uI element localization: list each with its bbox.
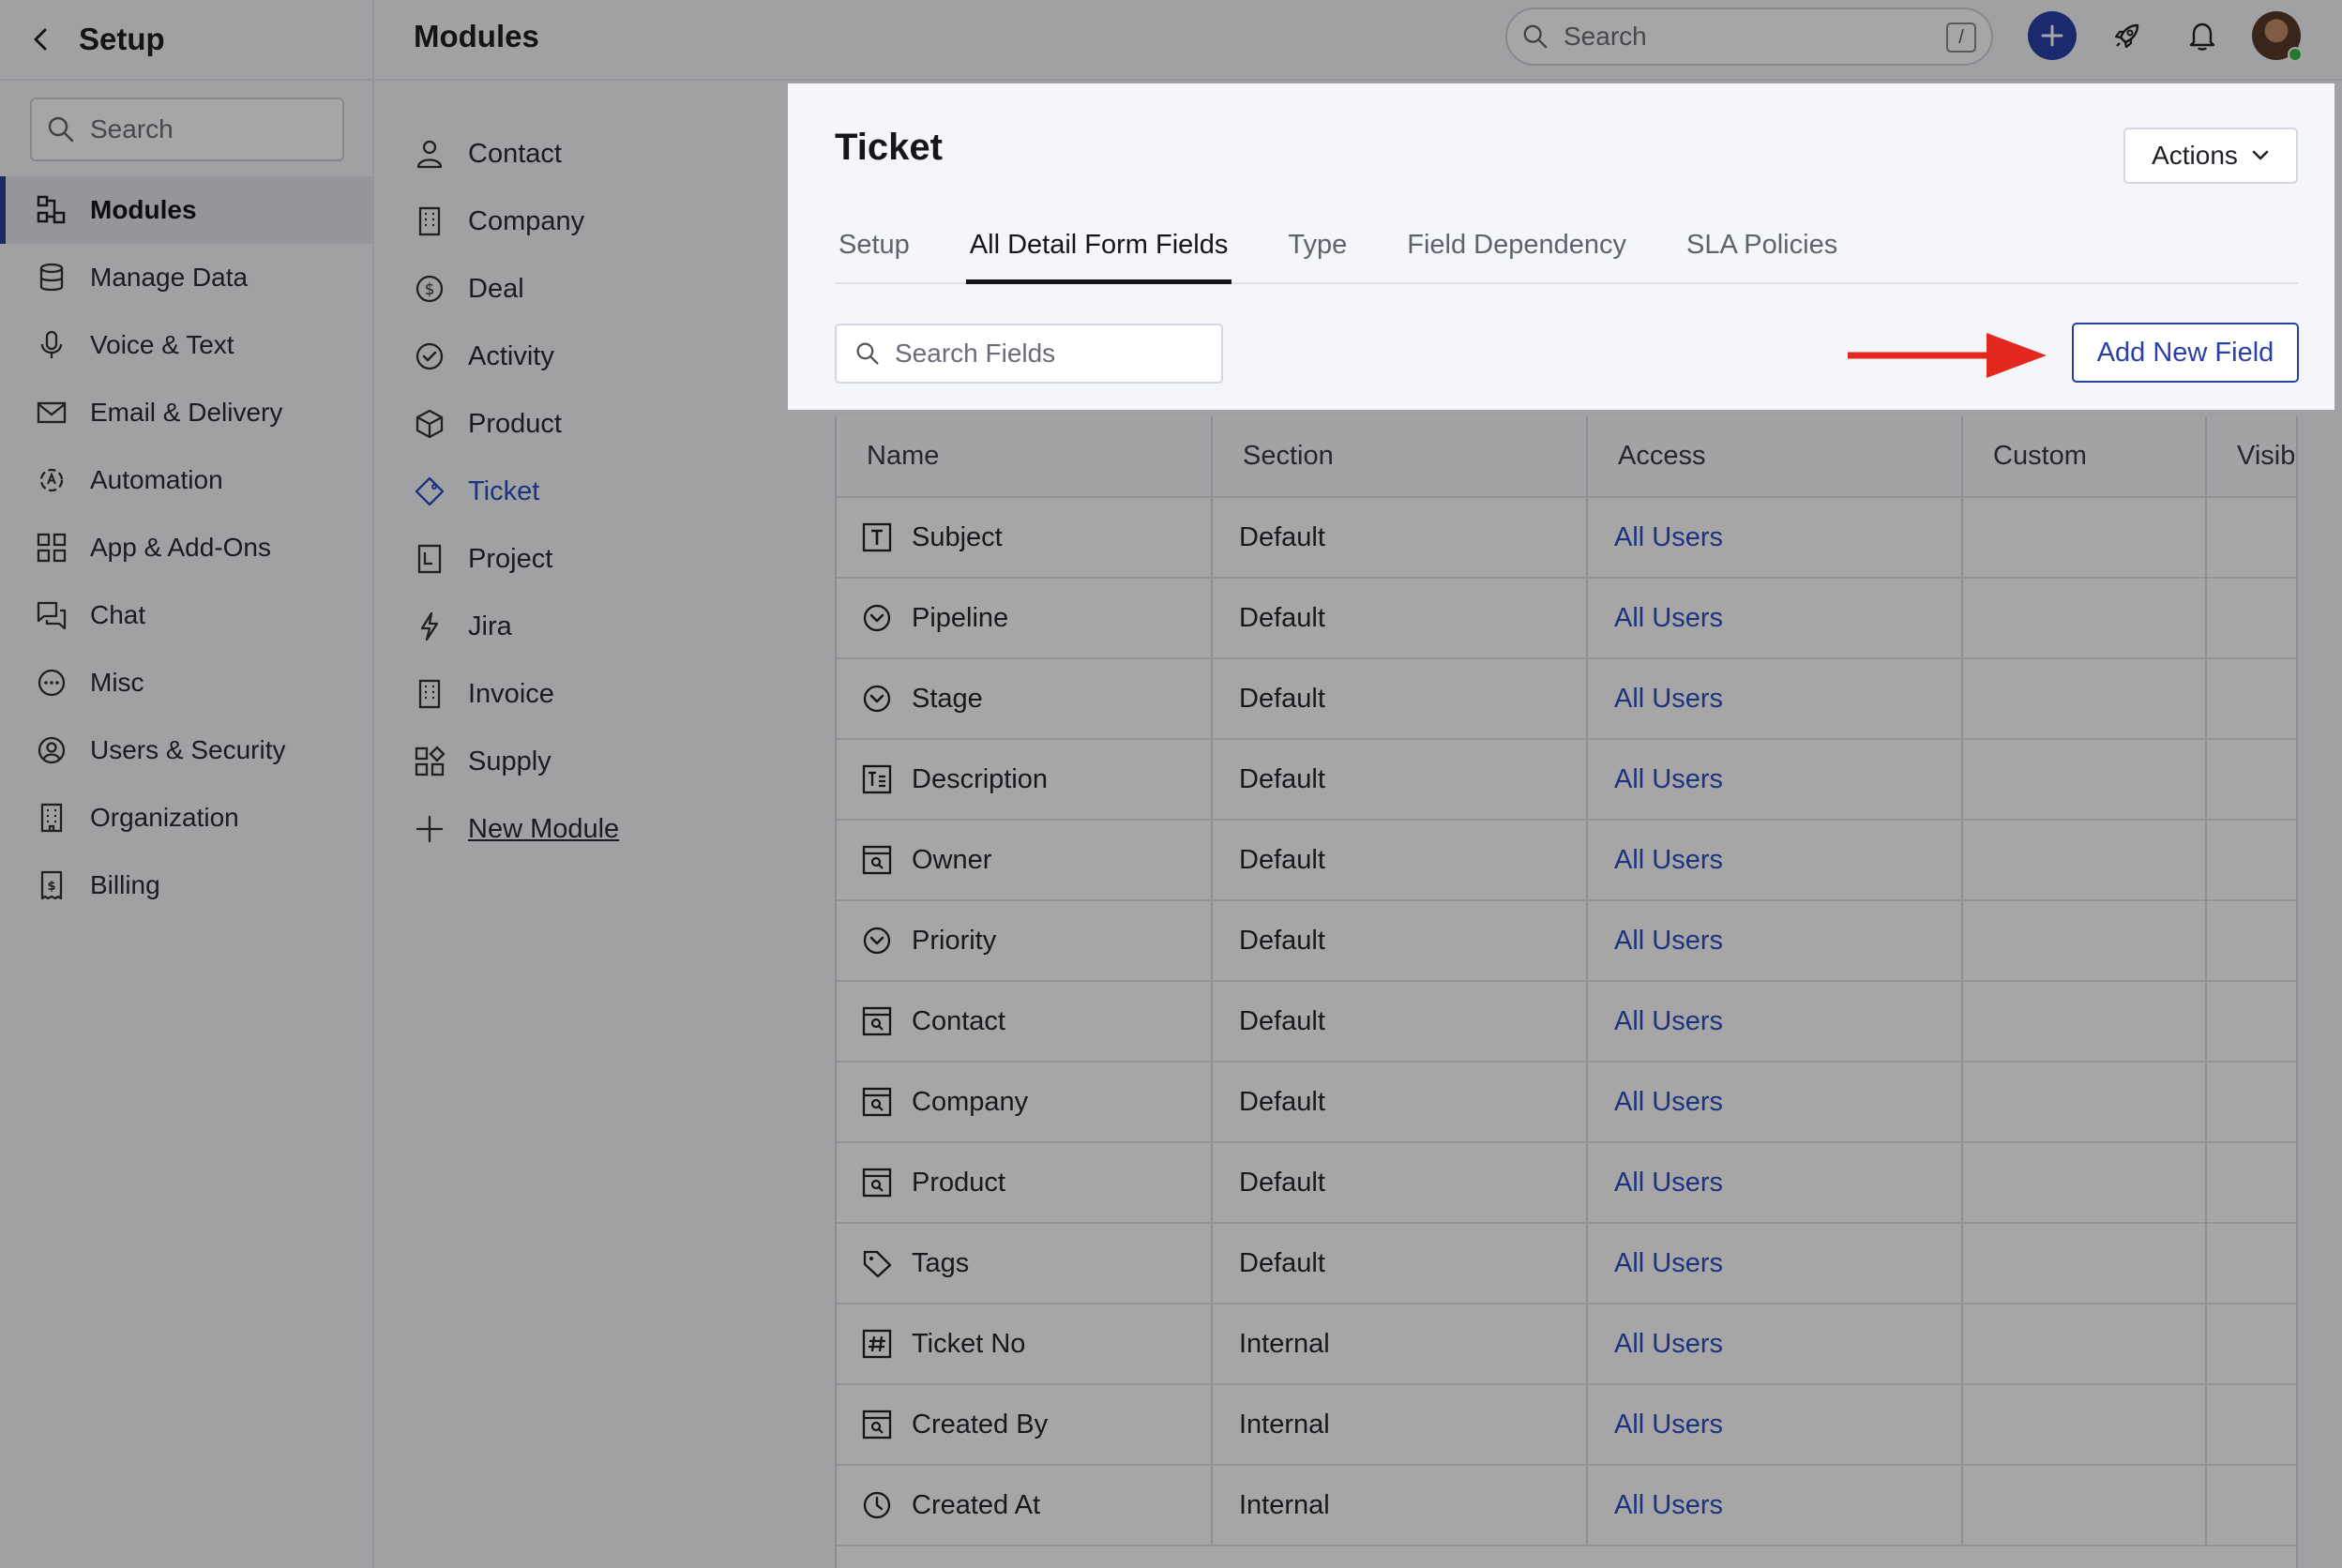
search-fields-input[interactable]: Search Fields: [835, 324, 1223, 384]
actions-label: Actions: [2152, 141, 2238, 170]
tab-all-detail-form-fields[interactable]: All Detail Form Fields: [965, 224, 1232, 284]
search-fields-placeholder: Search Fields: [895, 339, 1056, 368]
chevron-down-icon: [2252, 150, 2269, 160]
module-title: Ticket: [835, 127, 943, 168]
ticket-header-panel: Ticket Actions Setup All Detail Form Fie…: [788, 83, 2334, 410]
tab-field-dependency[interactable]: Field Dependency: [1403, 224, 1630, 284]
search-icon: [856, 342, 879, 365]
add-new-field-button[interactable]: Add New Field: [2072, 323, 2299, 383]
tab-setup[interactable]: Setup: [835, 224, 914, 284]
module-tabs: Setup All Detail Form Fields Type Field …: [835, 224, 2298, 284]
actions-dropdown-button[interactable]: Actions: [2123, 128, 2298, 184]
tab-sla-policies[interactable]: SLA Policies: [1683, 224, 1841, 284]
tab-type[interactable]: Type: [1284, 224, 1351, 284]
red-arrow-annotation-icon: [1848, 333, 2047, 378]
